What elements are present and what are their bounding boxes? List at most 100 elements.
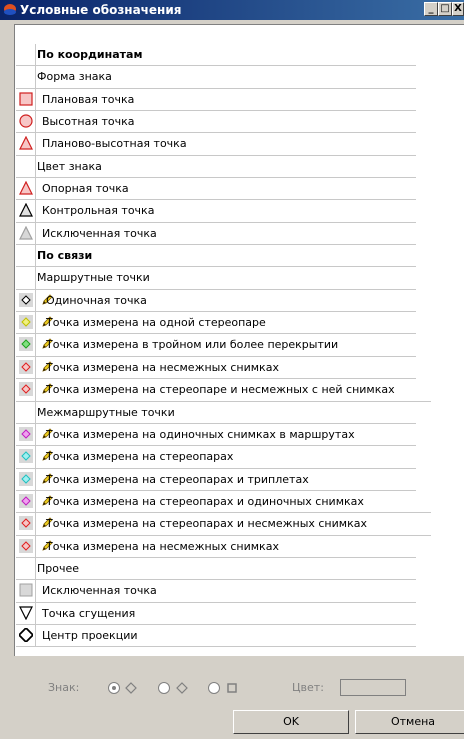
diamond-icon bbox=[176, 682, 188, 694]
legend-icon-cell bbox=[16, 289, 36, 312]
legend-label: Точка измерена на стереопарах и несмежны… bbox=[46, 517, 367, 531]
down-triangle-icon bbox=[19, 605, 33, 620]
legend-row: Исключенная точка bbox=[16, 580, 416, 603]
magenta-diamond-icon bbox=[19, 493, 33, 508]
legend-label: Точка измерена на стереопарах и триплета… bbox=[46, 472, 309, 486]
black-diamond-icon bbox=[19, 292, 33, 307]
maximize-button[interactable]: □ bbox=[438, 2, 452, 16]
legend-icon-cell bbox=[16, 446, 36, 468]
legend-label: Точка измерена на одиночных снимках в ма… bbox=[46, 427, 355, 441]
legend-icon-cell bbox=[16, 66, 36, 88]
legend-table: По координатам Форма знака Плановая точка В… bbox=[16, 44, 431, 648]
legend-label: Точка измерена на несмежных снимках bbox=[46, 360, 279, 374]
minimize-button[interactable]: _ bbox=[424, 2, 438, 16]
legend-label: Точка измерена на одной стереопаре bbox=[46, 316, 266, 330]
legend-icon-cell bbox=[16, 178, 36, 200]
legend-icon-cell bbox=[16, 513, 36, 535]
legend-row: Точка измерена на несмежных снимках bbox=[16, 535, 416, 558]
red-triangle-icon bbox=[19, 136, 33, 150]
legend-label: Форма знака bbox=[37, 70, 112, 84]
magenta-diamond-icon bbox=[19, 426, 33, 441]
legend-icon-cell bbox=[16, 200, 36, 222]
legend-icon-cell bbox=[16, 580, 36, 602]
cyan-diamond-icon bbox=[19, 471, 33, 486]
legend-row: Исключенная точка bbox=[16, 222, 416, 246]
legend-label: Высотная точка bbox=[42, 115, 135, 129]
legend-row: Точка измерена на стереопарах и триплета… bbox=[16, 468, 416, 491]
legend-label: Планово-высотная точка bbox=[42, 137, 187, 151]
legend-icon-cell bbox=[16, 490, 36, 513]
legend-row: Точка измерена на стереопарах и одиночны… bbox=[16, 490, 431, 514]
legend-label: Точка измерена в тройном или более перек… bbox=[46, 338, 339, 352]
legend-icon-cell bbox=[16, 468, 36, 490]
legend-label: По связи bbox=[37, 249, 93, 263]
legend-row: Высотная точка bbox=[16, 111, 416, 134]
legend-row: Цвет знака bbox=[16, 155, 416, 179]
legend-label: Точка сгущения bbox=[42, 606, 136, 620]
legend-row: Маршрутные точки bbox=[16, 267, 416, 290]
sign-square-radio[interactable] bbox=[208, 682, 220, 694]
legend-icon-cell bbox=[16, 423, 36, 446]
legend-icon-cell bbox=[16, 557, 36, 580]
ok-button[interactable]: OK bbox=[233, 710, 349, 734]
legend-row: Центр проекции bbox=[16, 624, 416, 648]
legend-icon-cell bbox=[16, 245, 36, 267]
legend-row: Опорная точка bbox=[16, 178, 416, 201]
legend-icon-cell bbox=[16, 379, 36, 401]
legend-panel: По координатам Форма знака Плановая точка В… bbox=[14, 24, 464, 656]
legend-row: Прочее bbox=[16, 557, 416, 581]
cancel-button[interactable]: Отмена bbox=[355, 710, 464, 734]
legend-label: Цвет знака bbox=[37, 159, 102, 173]
cyan-diamond-icon bbox=[19, 449, 33, 464]
legend-icon-cell bbox=[16, 334, 36, 356]
legend-table-top bbox=[15, 25, 415, 44]
legend-row: Планово-высотная точка bbox=[16, 133, 416, 156]
legend-icon-cell bbox=[16, 222, 36, 245]
legend-row: Точка измерена на одной стереопаре bbox=[16, 312, 416, 335]
title-bar: Условные обозначения _ □ X bbox=[0, 0, 464, 20]
legend-label: Центр проекции bbox=[42, 628, 138, 642]
legend-row: Межмаршрутные точки bbox=[16, 401, 416, 424]
legend-label: Точка измерена на стереопарах bbox=[46, 450, 234, 464]
legend-icon-cell bbox=[16, 111, 36, 133]
legend-row: Точка измерена на несмежных снимках bbox=[16, 356, 416, 380]
legend-row: Одиночная точка bbox=[16, 289, 416, 313]
gray-triangle-icon bbox=[19, 225, 33, 240]
legend-icon-cell bbox=[16, 535, 36, 557]
red-diamond-icon bbox=[19, 516, 33, 531]
legend-row: Точка измерена на стереопарах и несмежны… bbox=[16, 513, 431, 536]
sign-diamond-radio[interactable] bbox=[158, 682, 170, 694]
legend-icon-cell bbox=[16, 602, 36, 624]
legend-label: Контрольная точка bbox=[42, 204, 155, 218]
gray-square-icon bbox=[19, 583, 33, 597]
sign-circle-radio[interactable] bbox=[108, 682, 120, 694]
legend-row: Точка измерена на стереопаре и несмежных… bbox=[16, 379, 431, 402]
legend-label: Точка измерена на несмежных снимках bbox=[46, 539, 279, 553]
legend-icon-cell bbox=[16, 133, 36, 155]
red-diamond-icon bbox=[19, 382, 33, 397]
legend-row: Точка измерена в тройном или более перек… bbox=[16, 334, 416, 357]
red-square-icon bbox=[19, 92, 33, 106]
legend-icon-cell bbox=[16, 88, 36, 111]
legend-row: Точка сгущения bbox=[16, 602, 416, 625]
legend-label: Одиночная точка bbox=[46, 293, 147, 307]
legend-label: Маршрутные точки bbox=[37, 271, 150, 285]
yellow-diamond-icon bbox=[19, 315, 33, 330]
legend-label: Межмаршрутные точки bbox=[37, 405, 175, 419]
color-picker[interactable] bbox=[340, 679, 406, 696]
close-button[interactable]: X bbox=[452, 2, 464, 16]
black-big-diamond-icon bbox=[19, 627, 33, 642]
legend-icon-cell bbox=[16, 155, 36, 178]
legend-row: Точка измерена на одиночных снимках в ма… bbox=[16, 423, 416, 447]
legend-label: Прочее bbox=[37, 561, 80, 575]
legend-icon-cell bbox=[16, 624, 36, 647]
legend-row: По связи bbox=[16, 245, 416, 268]
legend-icon-cell bbox=[16, 312, 36, 334]
red-triangle-icon bbox=[19, 181, 33, 195]
legend-row: Контрольная точка bbox=[16, 200, 416, 223]
legend-label: Исключенная точка bbox=[42, 584, 157, 598]
legend-label: Опорная точка bbox=[42, 182, 129, 196]
legend-label: По координатам bbox=[37, 48, 143, 61]
app-icon bbox=[4, 4, 16, 15]
legend-icon-cell bbox=[16, 44, 36, 66]
